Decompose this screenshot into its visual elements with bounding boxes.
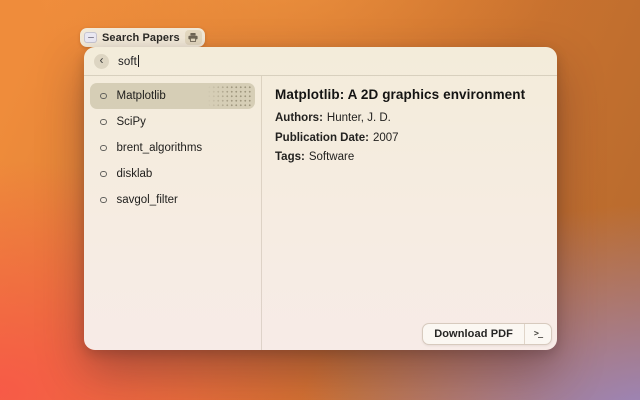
list-item-savgol-filter[interactable]: savgol_filter (90, 187, 255, 213)
publication-date-label: Publication Date: (275, 131, 369, 144)
paper-title: Matplotlib: A 2D graphics environment (275, 87, 526, 102)
search-papers-window: ‹ soft Matplotlib SciPy brent_algorithms… (84, 47, 557, 350)
tags-value: Software (308, 151, 355, 163)
list-item-label: Matplotlib (116, 90, 166, 102)
text-caret (137, 54, 140, 67)
desktop-background: { "window_title": { "label": "Search Pap… (0, 0, 640, 400)
circle-outline-icon (100, 118, 107, 126)
list-item-label: disklab (116, 168, 153, 180)
list-item-label: brent_algorithms (116, 142, 203, 154)
printer-icon (184, 30, 202, 45)
list-item-matplotlib[interactable]: Matplotlib (90, 83, 255, 109)
circle-outline-icon (100, 144, 107, 152)
circle-outline-icon (100, 196, 107, 204)
authors-label: Authors: (275, 112, 323, 124)
publication-date-line: Publication Date: 2007 (275, 132, 544, 144)
key-dash-icon (84, 32, 97, 43)
list-item-brent-algorithms[interactable]: brent_algorithms (90, 135, 255, 161)
circle-outline-icon (100, 170, 107, 178)
results-list: Matplotlib SciPy brent_algorithms diskla… (84, 76, 262, 350)
back-button[interactable]: ‹ (94, 53, 109, 69)
list-item-label: SciPy (116, 116, 146, 128)
terminal-prompt-icon[interactable]: >_ (524, 324, 551, 344)
tags-label: Tags: (275, 151, 305, 163)
window-title-pill: Search Papers (80, 28, 205, 47)
tags-line: Tags: Software (275, 151, 544, 163)
search-input[interactable]: soft (118, 54, 140, 68)
download-pdf-label: Download PDF (434, 328, 513, 340)
list-item-disklab[interactable]: disklab (90, 161, 255, 187)
window-body: Matplotlib SciPy brent_algorithms diskla… (84, 76, 557, 350)
search-bar: ‹ soft (84, 47, 557, 76)
list-item-label: savgol_filter (116, 194, 178, 206)
chevron-left-icon: ‹ (99, 53, 104, 67)
detail-pane: Matplotlib: A 2D graphics environment Au… (262, 76, 557, 350)
list-item-scipy[interactable]: SciPy (90, 109, 255, 135)
window-title: Search Papers (102, 31, 180, 44)
authors-line: Authors: Hunter, J. D. (275, 112, 544, 124)
download-pdf-button[interactable]: Download PDF >_ (422, 323, 552, 345)
publication-date-value: 2007 (372, 131, 399, 144)
authors-value: Hunter, J. D. (326, 112, 391, 124)
circle-outline-icon (100, 92, 107, 100)
